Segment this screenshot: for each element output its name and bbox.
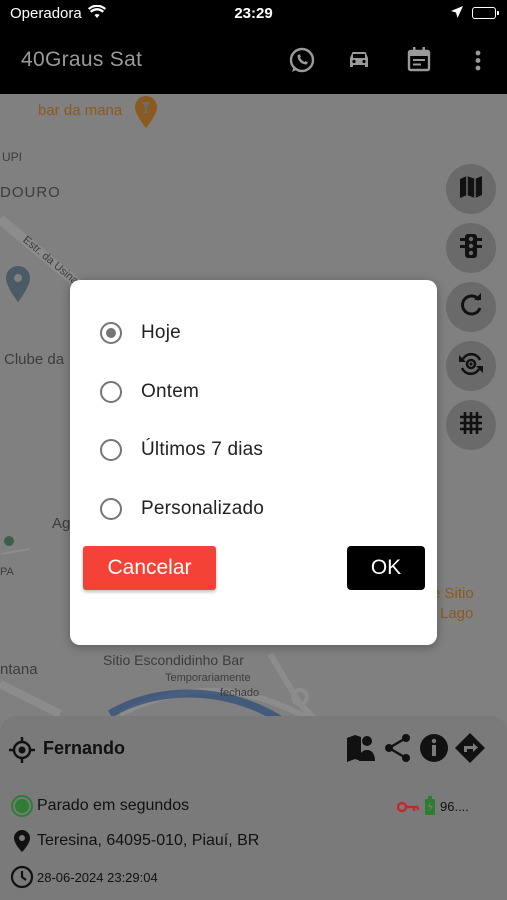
- map-label-bar: bar da mana: [38, 102, 123, 119]
- app-bar: 40Graus Sat: [0, 28, 507, 94]
- car-icon[interactable]: [343, 44, 375, 76]
- refresh-button[interactable]: [446, 282, 496, 332]
- map-label-upi: UPI: [2, 150, 23, 164]
- date-range-dialog: Hoje Ontem Últimos 7 dias Personalizado …: [70, 280, 437, 645]
- status-bar: Operadora 23:29: [0, 0, 507, 28]
- option-personalizado[interactable]: Personalizado: [100, 489, 264, 529]
- map-icon: [457, 173, 485, 206]
- calendar-icon[interactable]: [403, 44, 435, 76]
- map-person-icon[interactable]: [345, 732, 377, 764]
- map-label-pa: PA: [0, 566, 14, 578]
- whatsapp-icon[interactable]: [286, 44, 318, 76]
- vehicle-status: Parado em segundos: [37, 797, 190, 814]
- status-dot-icon: [10, 794, 34, 818]
- traffic-button[interactable]: [446, 223, 496, 273]
- place-pin-icon: [5, 266, 31, 307]
- place-dot-icon: [4, 536, 14, 546]
- app-title: 40Graus Sat: [21, 48, 143, 71]
- battery-text: 96....: [440, 799, 469, 814]
- gps-target-icon: [8, 736, 36, 769]
- option-hoje[interactable]: Hoje: [100, 313, 181, 353]
- map-label-douro: DOURO: [0, 184, 61, 201]
- clock-icon: [10, 865, 34, 889]
- battery-level-icon: [424, 796, 436, 821]
- map-type-button[interactable]: [446, 164, 496, 214]
- directions-icon[interactable]: [454, 732, 486, 764]
- map-label-sitio: e Sitio: [432, 585, 474, 602]
- vehicle-info-panel: Fernando Parado em segundos 96.... Teres…: [0, 716, 507, 900]
- map-label-ag: Ag: [52, 515, 71, 532]
- grid-icon: [457, 409, 485, 442]
- radio-button[interactable]: [100, 498, 122, 520]
- map-label-escondidinho: Sitio Escondidinho Bar: [103, 652, 244, 668]
- option-label: Ontem: [141, 381, 200, 402]
- radio-button[interactable]: [100, 439, 122, 461]
- option-ontem[interactable]: Ontem: [100, 372, 199, 412]
- info-icon[interactable]: [418, 732, 450, 764]
- battery-icon: [472, 7, 499, 19]
- option-label: Hoje: [141, 322, 181, 343]
- ok-button[interactable]: OK: [347, 546, 425, 590]
- timestamp-row: 28-06-2024 23:29:04: [10, 865, 158, 889]
- grid-button[interactable]: [446, 400, 496, 450]
- status-row: Parado em segundos: [10, 794, 189, 818]
- location-arrow-icon: [450, 5, 464, 23]
- map-label-ntana: ntana: [0, 661, 38, 678]
- location-pin-icon: [10, 829, 34, 853]
- map-label-temp2: fechado: [220, 687, 260, 699]
- bar-pin-icon: [134, 96, 158, 133]
- address-row: Teresina, 64095-010, Piauí, BR: [10, 829, 259, 853]
- option-ultimos-7-dias[interactable]: Últimos 7 dias: [100, 430, 263, 470]
- more-vert-icon[interactable]: [462, 44, 494, 76]
- map-label-lago: Lago: [440, 605, 474, 622]
- share-icon[interactable]: [382, 732, 414, 764]
- refresh-icon: [457, 291, 485, 324]
- sync-location-icon: [456, 349, 486, 384]
- option-label: Últimos 7 dias: [141, 439, 264, 460]
- clock-time: 23:29: [234, 5, 273, 22]
- traffic-light-icon: [457, 232, 485, 265]
- sync-location-button[interactable]: [446, 341, 496, 391]
- vehicle-address: Teresina, 64095-010, Piauí, BR: [37, 832, 260, 849]
- map-label-clube: Clube da: [4, 351, 65, 368]
- cancel-button[interactable]: Cancelar: [83, 546, 216, 590]
- map-label-temp1: Temporariamente: [165, 672, 251, 684]
- radio-button[interactable]: [100, 322, 122, 344]
- radio-button[interactable]: [100, 381, 122, 403]
- option-label: Personalizado: [141, 498, 265, 519]
- vehicle-name: Fernando: [43, 738, 126, 758]
- key-icon: [396, 800, 420, 818]
- last-update-time: 28-06-2024 23:29:04: [37, 869, 158, 885]
